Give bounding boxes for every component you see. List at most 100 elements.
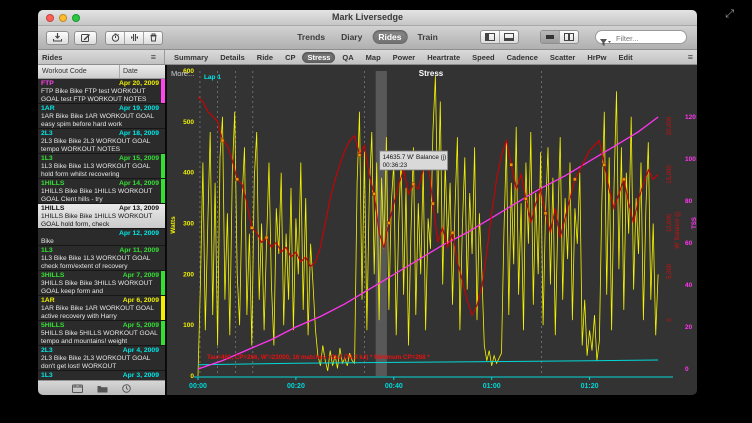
- column-date[interactable]: Date: [120, 68, 165, 75]
- app-tab-rides[interactable]: Rides: [372, 30, 407, 44]
- ride-row[interactable]: FTPApr 20, 2009FTP Bike Bike FTP test WO…: [38, 79, 165, 104]
- tiled-view-button[interactable]: [560, 31, 578, 43]
- app-tab-diary[interactable]: Diary: [335, 30, 368, 44]
- ride-row[interactable]: 1HILLSApr 14, 20091HILLS Bike Bike 1HILL…: [38, 179, 165, 204]
- window-body: Workout Code Date FTPApr 20, 2009FTP Bik…: [38, 65, 697, 395]
- app-tabs: Trends Diary Rides Train: [291, 30, 444, 44]
- compose-button[interactable]: [74, 31, 97, 45]
- workout-code: 1HILLS: [41, 205, 64, 213]
- view-tab-map[interactable]: Map: [361, 52, 386, 63]
- stress-plot[interactable]: 00:0000:2000:4001:0001:20010020030040050…: [167, 65, 697, 395]
- svg-text:80: 80: [685, 198, 693, 205]
- match-marker: [265, 236, 268, 239]
- ride-description: 1HILLS Bike Bike 1HILLS WORKOUT GOAL hol…: [41, 213, 159, 229]
- svg-text:0: 0: [685, 366, 689, 373]
- compose-icon: [81, 33, 90, 42]
- view-tab-cp[interactable]: CP: [280, 52, 300, 63]
- svg-text:40: 40: [685, 282, 693, 289]
- single-view-button[interactable]: [541, 31, 560, 43]
- ride-row[interactable]: 1HILLS Apr 13, 20091HILLS Bike Bike 1HILL…: [38, 204, 165, 229]
- ride-row[interactable]: 2L3Apr 4, 20092L3 Bike Bike 2L3 WORKOUT …: [38, 346, 165, 371]
- color-stripe: [161, 271, 165, 295]
- view-tab-hrpw[interactable]: HrPw: [582, 52, 611, 63]
- trash-icon: [149, 31, 158, 45]
- download-icon: [53, 33, 62, 42]
- view-tab-stress[interactable]: Stress: [302, 52, 335, 63]
- sidebar-menu-icon[interactable]: ≡: [147, 52, 160, 62]
- close-button[interactable]: [46, 14, 54, 22]
- filter-input[interactable]: [614, 31, 688, 45]
- match-marker: [431, 202, 434, 205]
- match-marker: [358, 154, 361, 157]
- delete-button[interactable]: [144, 32, 162, 44]
- toggle-bottom-bar-button[interactable]: [500, 31, 518, 43]
- svg-text:01:00: 01:00: [483, 383, 501, 390]
- ride-date: Apr 18, 2009: [119, 130, 159, 138]
- svg-text:20,000: 20,000: [667, 116, 673, 135]
- workout-code: 1AR: [41, 297, 55, 305]
- stress-chart[interactable]: 00:0000:2000:4001:0001:20010020030040050…: [167, 65, 697, 395]
- view-tab-edit[interactable]: Edit: [614, 52, 638, 63]
- workout-code: 2L3: [41, 347, 53, 355]
- power-series: [198, 76, 658, 376]
- match-marker: [236, 178, 239, 181]
- view-tab-details[interactable]: Details: [215, 52, 250, 63]
- download-button[interactable]: [46, 31, 69, 45]
- sidebar-title: Rides: [42, 53, 62, 62]
- ride-description: 1L3 Bike Bike 1L3 WORKOUT GOAL hold form…: [41, 163, 159, 179]
- ride-row[interactable]: 1L3Apr 15, 20091L3 Bike Bike 1L3 WORKOUT…: [38, 154, 165, 179]
- match-marker: [510, 163, 513, 166]
- workout-code: 1L3: [41, 372, 53, 380]
- ride-date: Apr 5, 2009: [123, 322, 159, 330]
- ride-date: Apr 3, 2009: [123, 372, 159, 380]
- view-tab-qa[interactable]: QA: [337, 52, 358, 63]
- ride-date: Apr 13, 2009: [119, 205, 159, 213]
- stopwatch-icon: [111, 31, 120, 45]
- view-tab-power[interactable]: Power: [388, 52, 421, 63]
- titlebar[interactable]: Mark Liversedge: [38, 10, 697, 26]
- ride-row[interactable]: 1ARApr 6, 20091AR Bike Bike 1AR WORKOUT …: [38, 296, 165, 321]
- view-tab-summary[interactable]: Summary: [169, 52, 213, 63]
- fullscreen-icon[interactable]: ⤢: [725, 8, 734, 21]
- ride-row[interactable]: 5HILLSApr 5, 20095HILLS Bike 5HILLS WORK…: [38, 321, 165, 346]
- column-workout-code[interactable]: Workout Code: [38, 65, 120, 78]
- ride-description: 3HILLS Bike Bike 3HILLS WORKOUT GOAL kee…: [41, 280, 159, 296]
- split-button[interactable]: [125, 32, 144, 44]
- match-marker: [221, 139, 224, 142]
- svg-text:20: 20: [685, 324, 693, 331]
- view-tab-speed[interactable]: Speed: [467, 52, 500, 63]
- ride-row[interactable]: 2L3Apr 18, 20092L3 Bike Bike 2L3 WORKOUT…: [38, 129, 165, 154]
- match-marker: [603, 163, 606, 166]
- funnel-icon[interactable]: [600, 34, 612, 52]
- match-marker: [250, 226, 253, 229]
- ride-row[interactable]: Apr 12, 2009Bike: [38, 229, 165, 246]
- ride-actions-group: [105, 31, 163, 45]
- ride-description: 1AR Bike Bike 1AR WORKOUT GOAL active re…: [41, 305, 159, 321]
- cp-annotation: Tau=461, CP=266, W'=23000, 16 matches >2…: [207, 354, 430, 361]
- sidebar-column-headers[interactable]: Workout Code Date: [38, 65, 165, 79]
- ride-row[interactable]: 1ARApr 19, 20091AR Bike Bike 1AR WORKOUT…: [38, 104, 165, 129]
- minimize-button[interactable]: [59, 14, 67, 22]
- view-tab-ride[interactable]: Ride: [252, 52, 278, 63]
- toggle-left-sidebar-button[interactable]: [481, 31, 500, 43]
- folder-icon[interactable]: [97, 380, 108, 395]
- app-tab-trends[interactable]: Trends: [291, 30, 331, 44]
- match-marker: [573, 178, 576, 181]
- ride-description: 1L3 Bike Bike 1L3 WORKOUT GOAL check for…: [41, 255, 159, 271]
- stopwatch-button[interactable]: [106, 32, 125, 44]
- zoom-button[interactable]: [72, 14, 80, 22]
- ride-row[interactable]: 3HILLSApr 7, 20093HILLS Bike Bike 3HILLS…: [38, 271, 165, 296]
- view-tab-row: Rides ≡ SummaryDetailsRideCPStressQAMapP…: [38, 50, 697, 65]
- view-tab-cadence[interactable]: Cadence: [502, 52, 543, 63]
- view-tab-heartrate[interactable]: Heartrate: [422, 52, 465, 63]
- clock-icon[interactable]: [122, 380, 131, 395]
- ride-row[interactable]: 1L3Apr 3, 20091L3 Bike Bike 1L3 WORKOUT: [38, 371, 165, 380]
- view-tabs: SummaryDetailsRideCPStressQAMapPowerHear…: [165, 52, 684, 63]
- calendar-icon[interactable]: [72, 380, 83, 395]
- chart-menu-icon[interactable]: ≡: [684, 52, 697, 62]
- single-view-icon: [545, 30, 555, 44]
- ride-row[interactable]: 1L3Apr 11, 20091L3 Bike Bike 1L3 WORKOUT…: [38, 246, 165, 271]
- app-tab-train[interactable]: Train: [411, 30, 443, 44]
- view-tab-scatter[interactable]: Scatter: [545, 52, 580, 63]
- svg-text:0: 0: [190, 373, 194, 380]
